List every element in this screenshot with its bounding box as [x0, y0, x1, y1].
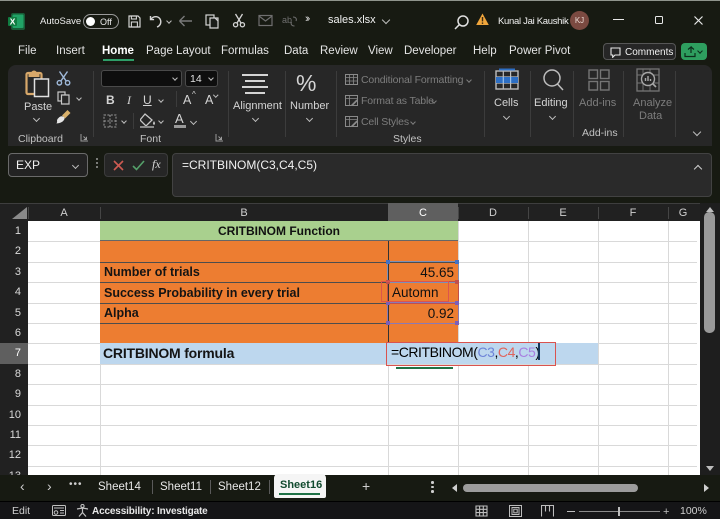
svg-text:ab: ab	[282, 15, 292, 25]
svg-text:X: X	[10, 16, 16, 26]
